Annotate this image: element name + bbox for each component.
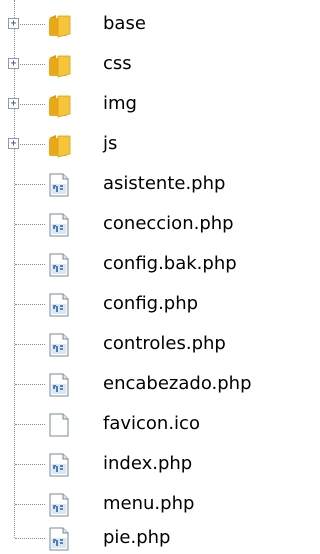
tree-branch-line [15,144,45,145]
tree-branch-line [15,424,45,425]
tree-branch-line [15,24,45,25]
tree-item-label: config.bak.php [103,253,237,274]
tree-item-label: pie.php [103,527,171,548]
php-file-icon [49,493,69,517]
tree-branch-line [15,224,45,225]
folder-icon [49,95,71,118]
tree-item-css[interactable]: + css [0,48,295,80]
tree-branch-line [15,464,45,465]
tree-item-controles-php[interactable]: controles.php [0,328,295,360]
folder-icon [49,135,71,158]
tree-branch-line [15,504,45,505]
tree-branch-line [15,384,45,385]
tree-item-coneccion-php[interactable]: coneccion.php [0,208,295,240]
folder-icon [49,55,71,78]
tree-branch-line [15,264,45,265]
tree-item-asistente-php[interactable]: asistente.php [0,168,295,200]
tree-item-label: js [103,133,118,154]
php-file-icon [49,527,69,551]
tree-branch-line [15,538,45,539]
expand-icon[interactable]: + [8,18,19,29]
tree-item-base[interactable]: + base [0,8,295,40]
php-file-icon [49,453,69,477]
tree-item-js[interactable]: + js [0,128,295,160]
tree-item-favicon-ico[interactable]: favicon.ico [0,408,295,440]
tree-item-label: encabezado.php [103,373,252,394]
php-file-icon [49,173,69,197]
tree-branch-line [15,304,45,305]
file-tree: + base + css + img + js asistente.php co… [0,0,295,552]
expand-icon[interactable]: + [8,58,19,69]
tree-branch-line [15,184,45,185]
php-file-icon [49,293,69,317]
tree-branch-line [15,104,45,105]
php-file-icon [49,333,69,357]
tree-item-config-php[interactable]: config.php [0,288,295,320]
tree-branch-line [15,64,45,65]
tree-item-label: favicon.ico [103,413,200,434]
expand-icon[interactable]: + [8,138,19,149]
blank-file-icon [49,413,69,437]
php-file-icon [49,373,69,397]
tree-item-img[interactable]: + img [0,88,295,120]
tree-item-label: img [103,93,137,114]
tree-item-label: controles.php [103,333,226,354]
tree-item-label: config.php [103,293,199,314]
tree-item-label: base [103,13,146,34]
tree-branch-line [15,344,45,345]
expand-icon[interactable]: + [8,98,19,109]
folder-icon [49,15,71,38]
tree-item-label: css [103,53,132,74]
php-file-icon [49,253,69,277]
tree-item-pie-php[interactable]: pie.php [0,522,295,554]
tree-item-config-bak-php[interactable]: config.bak.php [0,248,295,280]
tree-item-label: index.php [103,453,193,474]
tree-item-label: coneccion.php [103,213,234,234]
php-file-icon [49,213,69,237]
tree-item-label: asistente.php [103,173,226,194]
tree-item-encabezado-php[interactable]: encabezado.php [0,368,295,400]
tree-item-label: menu.php [103,493,195,514]
tree-item-menu-php[interactable]: menu.php [0,488,295,520]
tree-item-index-php[interactable]: index.php [0,448,295,480]
